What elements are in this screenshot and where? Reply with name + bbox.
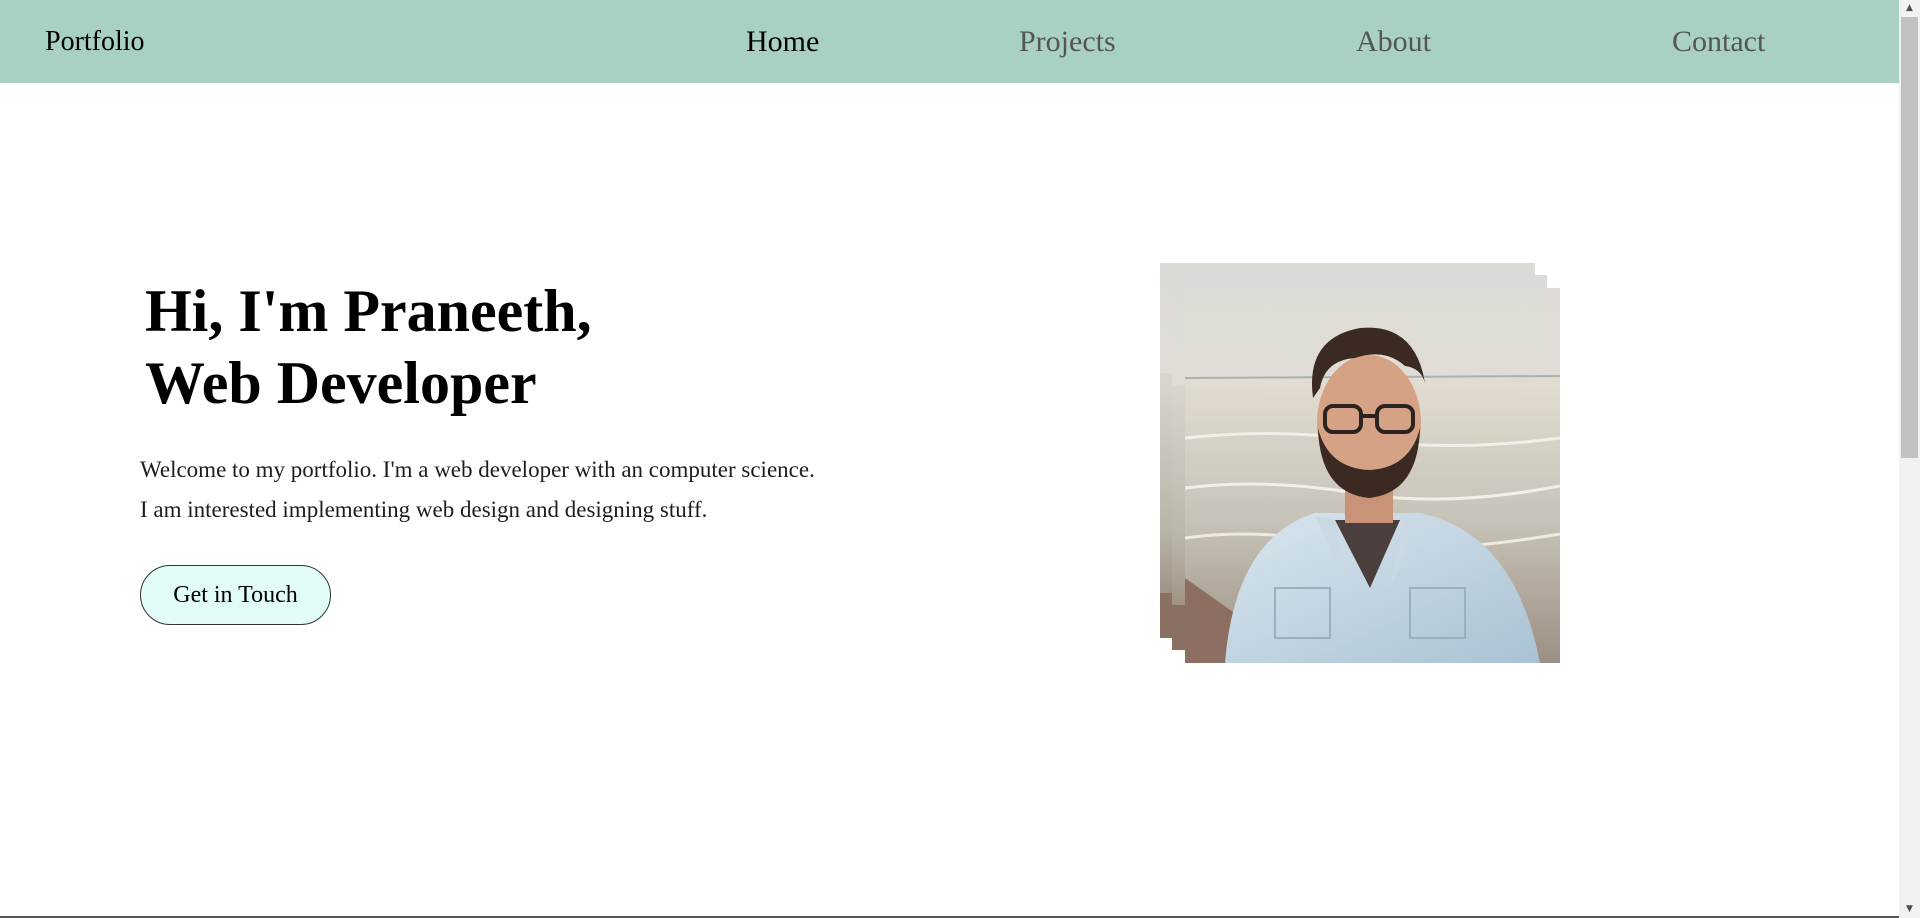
hero-description-line-1: Welcome to my portfolio. I'm a web devel…: [140, 457, 815, 482]
hero-description-line-2: I am interested implementing web design …: [140, 497, 708, 522]
hero-title-line-2: Web Developer: [145, 350, 537, 416]
nav-link-about[interactable]: About: [1356, 0, 1431, 83]
profile-photo-frame-front: [1185, 288, 1560, 663]
scrollbar-thumb[interactable]: [1901, 17, 1918, 458]
hero-description: Welcome to my portfolio. I'm a web devel…: [140, 450, 815, 530]
profile-photo: [1160, 263, 1560, 663]
nav-link-contact[interactable]: Contact: [1672, 0, 1765, 83]
get-in-touch-button[interactable]: Get in Touch: [140, 565, 331, 625]
nav-link-projects[interactable]: Projects: [1019, 0, 1116, 83]
brand-logo[interactable]: Portfolio: [45, 0, 145, 83]
scroll-up-arrow-icon[interactable]: ▲: [1899, 0, 1920, 17]
navbar: Portfolio Home Projects About Contact: [0, 0, 1899, 83]
nav-link-home[interactable]: Home: [746, 0, 819, 83]
hero-title: Hi, I'm Praneeth, Web Developer: [145, 275, 592, 419]
scroll-down-arrow-icon[interactable]: ▼: [1899, 901, 1920, 918]
person-illustration: [1185, 288, 1560, 663]
hero-title-line-1: Hi, I'm Praneeth,: [145, 278, 592, 344]
vertical-scrollbar[interactable]: ▲ ▼: [1899, 0, 1920, 918]
